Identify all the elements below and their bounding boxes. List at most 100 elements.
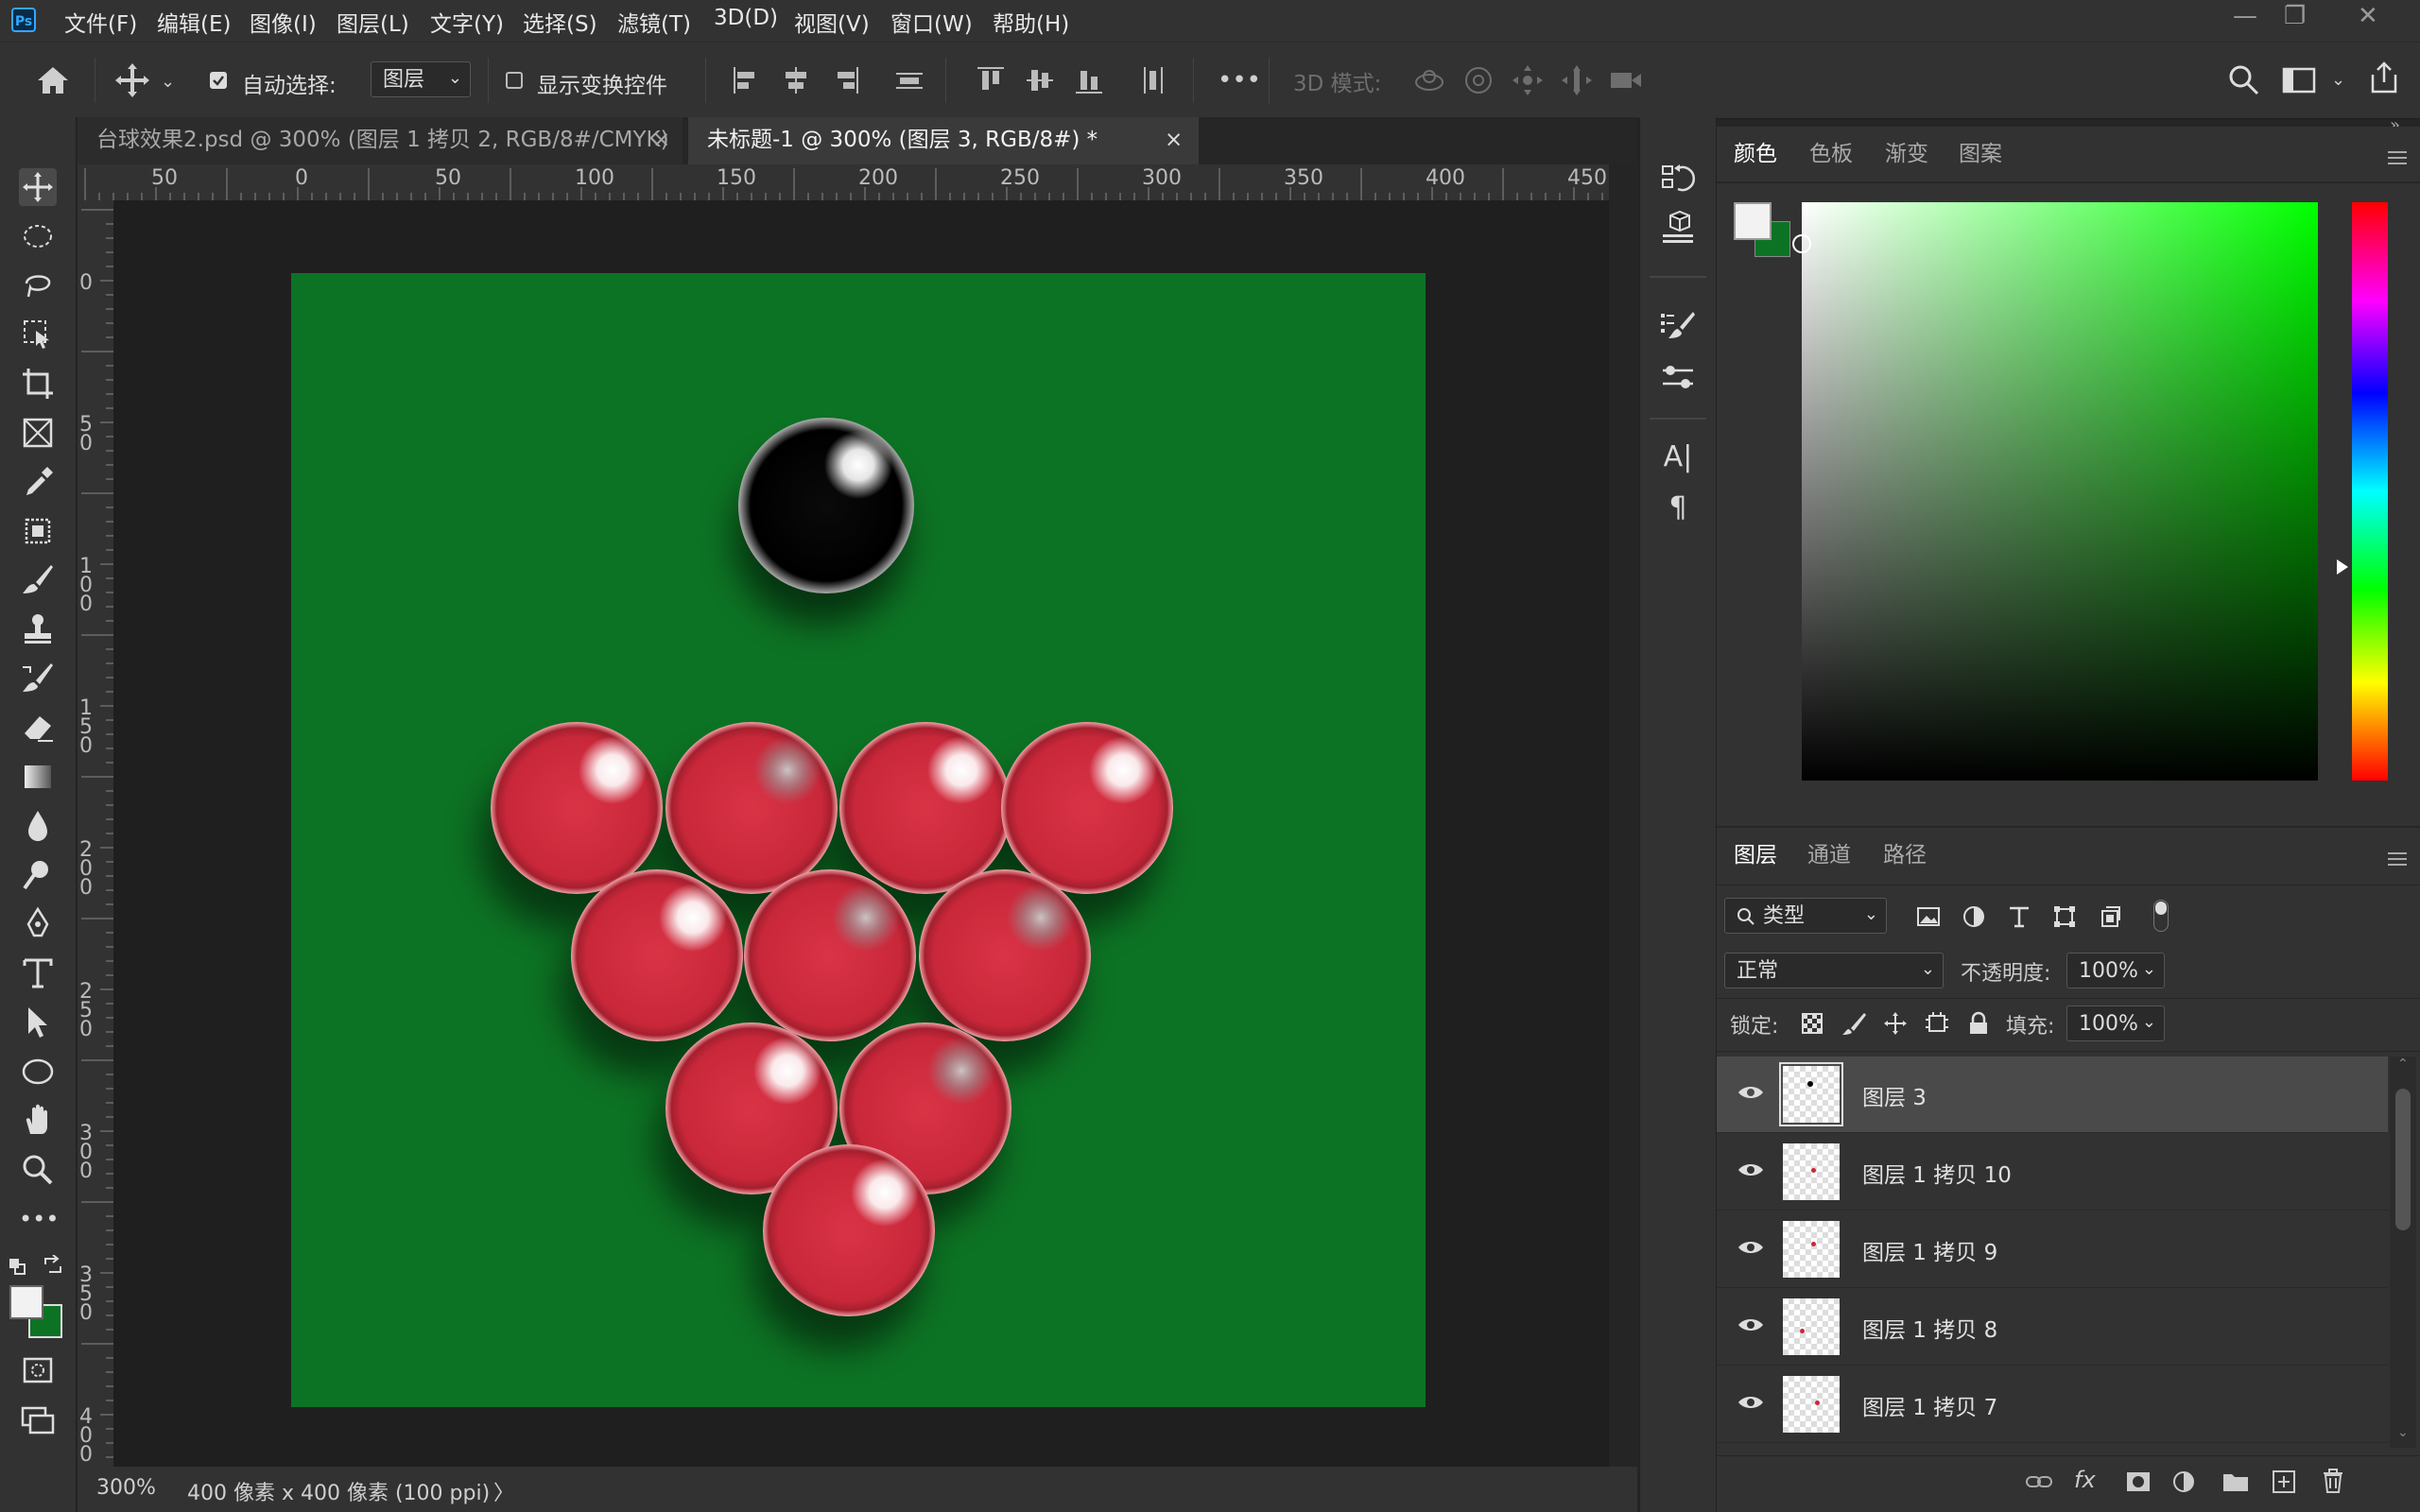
lock-pixels-icon[interactable] xyxy=(1841,1011,1866,1036)
layer-row[interactable]: 图层 1 拷贝 10 xyxy=(1717,1134,2388,1211)
align-right-icon[interactable] xyxy=(828,63,862,97)
lock-all-icon[interactable] xyxy=(1966,1011,1991,1036)
stamp-icon[interactable] xyxy=(19,610,57,648)
layer-row[interactable]: 图层 1 拷贝 9 xyxy=(1717,1211,2388,1288)
eye-icon[interactable] xyxy=(1734,1387,1768,1421)
auto-select-target-dropdown[interactable]: 图层 ⌄ xyxy=(371,61,471,97)
layer-name[interactable]: 图层 3 xyxy=(1862,1079,1927,1111)
layer-thumbnail[interactable] xyxy=(1779,1062,1843,1126)
link-layers-icon[interactable] xyxy=(2025,1469,2055,1495)
scroll-down-icon[interactable]: ⌄ xyxy=(2397,1425,2409,1440)
align-center-h-icon[interactable] xyxy=(779,63,813,97)
blend-mode-dropdown[interactable]: 正常 ⌄ xyxy=(1724,953,1944,988)
hand-icon[interactable] xyxy=(19,1102,57,1140)
add-mask-icon[interactable] xyxy=(2125,1469,2152,1495)
new-group-icon[interactable] xyxy=(2221,1469,2250,1495)
layer-name[interactable]: 图层 1 拷贝 8 xyxy=(1862,1312,1997,1344)
3d-pan-icon[interactable] xyxy=(1509,61,1547,99)
home-icon[interactable] xyxy=(34,63,72,97)
filter-adjustment-icon[interactable] xyxy=(1961,903,1987,930)
tab-document-2[interactable]: 未标题-1 @ 300% (图层 3, RGB/8#) * × xyxy=(688,117,1199,164)
layer-filter-dropdown[interactable]: 类型 ⌄ xyxy=(1724,898,1887,934)
tab-paths[interactable]: 路径 xyxy=(1883,828,1927,883)
more-options-icon[interactable]: ••• xyxy=(1218,61,1261,99)
lock-artboard-icon[interactable] xyxy=(1925,1011,1949,1036)
tab-color[interactable]: 颜色 xyxy=(1734,127,1777,181)
eye-icon[interactable] xyxy=(1734,1232,1768,1266)
color-picker-marker[interactable] xyxy=(1792,234,1811,253)
menu-3d[interactable]: 3D(D) xyxy=(714,6,778,30)
eyedropper-icon[interactable] xyxy=(19,463,57,501)
distribute-horizontal-icon[interactable] xyxy=(1136,63,1170,97)
scroll-up-icon[interactable]: ⌃ xyxy=(2397,1057,2409,1072)
fill-input[interactable]: 100% ⌄ xyxy=(2066,1005,2165,1041)
layer-row[interactable]: 图层 3 xyxy=(1717,1057,2388,1133)
paragraph-icon[interactable]: ¶ xyxy=(1657,488,1699,529)
close-icon[interactable]: × xyxy=(652,117,670,163)
align-left-icon[interactable] xyxy=(730,63,764,97)
menu-file[interactable]: 文件(F) xyxy=(64,6,137,38)
menu-type[interactable]: 文字(Y) xyxy=(430,6,504,38)
filter-toggle[interactable] xyxy=(2153,900,2169,932)
share-icon[interactable] xyxy=(2365,60,2403,97)
show-transform-checkbox[interactable] xyxy=(506,72,523,89)
menu-layer[interactable]: 图层(L) xyxy=(337,6,409,38)
3d-camera-icon[interactable] xyxy=(1607,61,1645,99)
hue-slider[interactable] xyxy=(2352,202,2388,781)
tab-channels[interactable]: 通道 xyxy=(1807,828,1851,883)
swap-colors-icon[interactable] xyxy=(42,1255,64,1276)
status-arrow-icon[interactable]: 〉 xyxy=(493,1476,514,1506)
restore-icon[interactable]: ❐ xyxy=(2284,2,2306,30)
dodge-icon[interactable] xyxy=(19,856,57,894)
filter-type-icon[interactable] xyxy=(2006,903,2032,930)
close-window-icon[interactable]: ✕ xyxy=(2358,2,2378,30)
layer-thumbnail[interactable] xyxy=(1783,1143,1840,1200)
brush-icon[interactable] xyxy=(19,561,57,599)
opacity-input[interactable]: 100% ⌄ xyxy=(2066,953,2165,988)
auto-select-checkbox[interactable] xyxy=(210,72,227,89)
move-icon[interactable] xyxy=(19,168,57,206)
layer-row[interactable]: 图层 1 拷贝 8 xyxy=(1717,1289,2388,1366)
character-icon[interactable]: A| xyxy=(1657,437,1699,478)
type-icon[interactable] xyxy=(19,954,57,992)
lock-transparent-icon[interactable] xyxy=(1800,1011,1824,1036)
more-tools-icon[interactable]: ••• xyxy=(19,1200,59,1238)
tab-swatches[interactable]: 色板 xyxy=(1809,127,1853,181)
lock-position-icon[interactable] xyxy=(1883,1011,1908,1036)
tab-layers[interactable]: 图层 xyxy=(1734,828,1777,883)
filter-pixel-icon[interactable] xyxy=(1915,903,1942,930)
layer-row[interactable]: 图层 1 拷贝 7 xyxy=(1717,1366,2388,1443)
layer-thumbnail[interactable] xyxy=(1783,1221,1840,1278)
eye-icon[interactable] xyxy=(1734,1077,1768,1111)
menu-view[interactable]: 视图(V) xyxy=(794,6,870,38)
marquee-icon[interactable] xyxy=(19,217,57,255)
delete-layer-icon[interactable] xyxy=(2320,1467,2346,1495)
filter-smart-object-icon[interactable] xyxy=(2097,903,2123,930)
fx-icon[interactable]: fx xyxy=(2074,1467,2096,1493)
hue-slider-handle[interactable] xyxy=(2337,559,2348,575)
new-layer-icon[interactable] xyxy=(2271,1469,2297,1495)
workspace-icon[interactable] xyxy=(2280,61,2318,99)
quick-mask-icon[interactable] xyxy=(19,1351,57,1389)
minimize-icon[interactable]: — xyxy=(2233,2,2257,30)
path-select-icon[interactable] xyxy=(19,1004,57,1041)
eye-icon[interactable] xyxy=(1734,1155,1768,1189)
object-select-icon[interactable] xyxy=(19,316,57,353)
layer-scrollbar[interactable]: ⌃ ⌄ xyxy=(2390,1057,2416,1448)
layer-name[interactable]: 图层 1 拷贝 10 xyxy=(1862,1157,2012,1189)
scrollbar-thumb[interactable] xyxy=(2395,1089,2411,1230)
3d-orbit-icon[interactable] xyxy=(1410,61,1448,99)
menu-edit[interactable]: 编辑(E) xyxy=(157,6,231,38)
new-adjustment-icon[interactable] xyxy=(2170,1469,2199,1495)
move-tool-icon[interactable] xyxy=(113,61,151,99)
zoom-icon[interactable] xyxy=(19,1151,57,1189)
align-top-icon[interactable] xyxy=(974,63,1008,97)
pen-icon[interactable] xyxy=(19,905,57,943)
brush-settings-icon[interactable] xyxy=(1657,306,1699,348)
screen-mode-icon[interactable] xyxy=(19,1400,57,1438)
layer-name[interactable]: 图层 1 拷贝 9 xyxy=(1862,1234,1997,1266)
align-bottom-icon[interactable] xyxy=(1072,63,1106,97)
align-middle-v-icon[interactable] xyxy=(1023,63,1057,97)
default-colors-icon[interactable] xyxy=(8,1257,26,1276)
history-icon[interactable] xyxy=(1657,157,1699,198)
